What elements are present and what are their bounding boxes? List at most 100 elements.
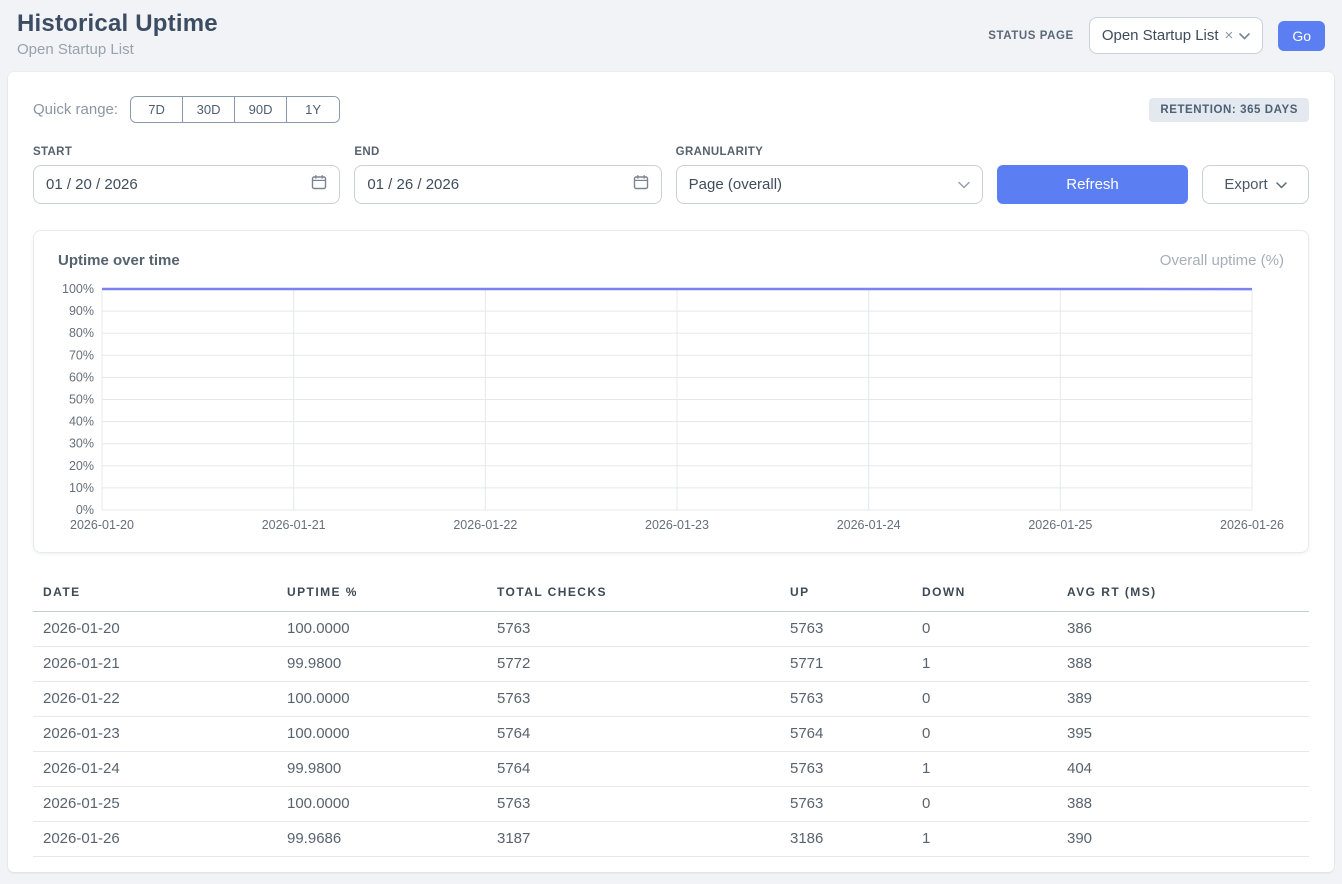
end-date-label: END [354,146,661,158]
quick-range-label: Quick range: [33,101,118,118]
svg-text:2026-01-26: 2026-01-26 [1220,518,1284,532]
chevron-down-icon [1276,176,1287,193]
table-cell: 100.0000 [277,787,487,822]
table-cell: 100.0000 [277,682,487,717]
table-cell: 1 [912,752,1057,787]
quick-range-button-30d[interactable]: 30D [183,97,235,122]
svg-text:2026-01-23: 2026-01-23 [645,518,709,532]
svg-text:60%: 60% [69,370,94,384]
calendar-icon[interactable] [311,174,327,195]
granularity-select[interactable]: Page (overall) [676,165,983,204]
page-subtitle: Open Startup List [17,41,218,58]
table-cell: 3187 [487,822,780,857]
table-row: 2026-01-23100.0000576457640395 [33,717,1309,752]
table-cell: 5763 [487,612,780,647]
table-cell: 100.0000 [277,717,487,752]
svg-text:2026-01-25: 2026-01-25 [1028,518,1092,532]
table-cell: 100.0000 [277,612,487,647]
svg-text:100%: 100% [62,282,94,296]
table-cell: 2026-01-24 [33,752,277,787]
quick-range-button-group: 7D30D90D1Y [130,96,340,123]
page-header: Historical Uptime Open Startup List STAT… [0,0,1342,72]
table-cell: 390 [1057,822,1309,857]
svg-text:10%: 10% [69,481,94,495]
table-cell: 1 [912,647,1057,682]
main-card: Quick range: 7D30D90D1Y RETENTION: 365 D… [8,72,1334,872]
svg-text:80%: 80% [69,326,94,340]
quick-range-button-1y[interactable]: 1Y [287,97,339,122]
table-row: 2026-01-20100.0000576357630386 [33,612,1309,647]
table-cell: 5763 [780,752,912,787]
table-cell: 2026-01-21 [33,647,277,682]
column-header: UPTIME % [277,577,487,612]
column-header: AVG RT (MS) [1057,577,1309,612]
filter-row: START 01 / 20 / 2026 END 01 / 26 / 2026 … [33,146,1309,204]
chart-legend: Overall uptime (%) [1160,252,1284,269]
table-cell: 5763 [780,612,912,647]
export-button[interactable]: Export [1202,165,1309,204]
table-cell: 5763 [780,682,912,717]
column-header: UP [780,577,912,612]
table-cell: 99.9800 [277,647,487,682]
start-date-input[interactable]: 01 / 20 / 2026 [33,165,340,204]
header-controls: STATUS PAGE Open Startup List × Go [988,17,1325,54]
header-titles: Historical Uptime Open Startup List [17,10,218,58]
table-cell: 0 [912,787,1057,822]
svg-text:20%: 20% [69,459,94,473]
svg-text:2026-01-20: 2026-01-20 [70,518,134,532]
table-cell: 2026-01-23 [33,717,277,752]
column-header: TOTAL CHECKS [487,577,780,612]
status-page-label: STATUS PAGE [988,30,1074,42]
table-row: 2026-01-25100.0000576357630388 [33,787,1309,822]
end-date-field-group: END 01 / 26 / 2026 [354,146,661,204]
clear-selection-icon[interactable]: × [1225,28,1234,43]
table-cell: 5772 [487,647,780,682]
end-date-input[interactable]: 01 / 26 / 2026 [354,165,661,204]
svg-text:70%: 70% [69,348,94,362]
granularity-selected-value: Page (overall) [689,176,782,193]
table-cell: 2026-01-25 [33,787,277,822]
table-cell: 1 [912,822,1057,857]
export-button-label: Export [1224,176,1267,193]
table-row: 2026-01-2699.9686318731861390 [33,822,1309,857]
table-cell: 404 [1057,752,1309,787]
uptime-table: DATEUPTIME %TOTAL CHECKSUPDOWNAVG RT (MS… [33,577,1309,857]
quick-range-button-90d[interactable]: 90D [235,97,287,122]
status-page-select[interactable]: Open Startup List × [1089,17,1264,54]
svg-text:30%: 30% [69,437,94,451]
table-cell: 395 [1057,717,1309,752]
table-row: 2026-01-2199.9800577257711388 [33,647,1309,682]
table-cell: 0 [912,682,1057,717]
table-row: 2026-01-2499.9800576457631404 [33,752,1309,787]
quick-range-button-7d[interactable]: 7D [131,97,183,122]
chart-plot-area: 100%90%80%70%60%50%40%30%20%10%0%2026-01… [58,281,1284,540]
calendar-icon[interactable] [633,174,649,195]
granularity-label: GRANULARITY [676,146,983,158]
granularity-field-group: GRANULARITY Page (overall) [676,146,983,204]
table-cell: 0 [912,612,1057,647]
table-cell: 0 [912,717,1057,752]
column-header: DOWN [912,577,1057,612]
table-body: 2026-01-20100.00005763576303862026-01-21… [33,612,1309,857]
table-cell: 2026-01-22 [33,682,277,717]
table-cell: 388 [1057,647,1309,682]
table-cell: 3186 [780,822,912,857]
table-cell: 99.9800 [277,752,487,787]
end-date-value: 01 / 26 / 2026 [367,176,459,193]
table-cell: 5764 [487,752,780,787]
chevron-down-icon [1239,27,1250,45]
go-button[interactable]: Go [1278,21,1325,51]
refresh-button[interactable]: Refresh [997,165,1188,204]
table-cell: 5763 [780,787,912,822]
table-cell: 5763 [487,787,780,822]
uptime-line-chart: 100%90%80%70%60%50%40%30%20%10%0%2026-01… [58,281,1286,535]
table-cell: 2026-01-26 [33,822,277,857]
table-cell: 2026-01-20 [33,612,277,647]
svg-text:2026-01-21: 2026-01-21 [262,518,326,532]
table-cell: 5771 [780,647,912,682]
table-cell: 389 [1057,682,1309,717]
table-cell: 5764 [487,717,780,752]
table-row: 2026-01-22100.0000576357630389 [33,682,1309,717]
table-cell: 388 [1057,787,1309,822]
retention-badge: RETENTION: 365 DAYS [1149,98,1309,122]
